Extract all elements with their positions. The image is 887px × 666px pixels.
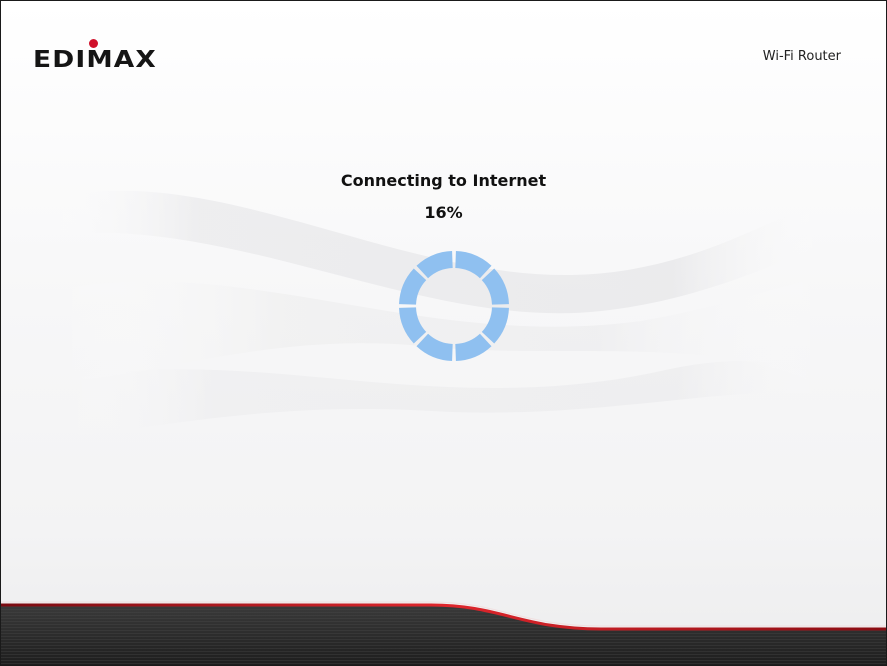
spinner-segment: [416, 333, 453, 361]
product-name: Wi-Fi Router: [762, 49, 841, 64]
loading-spinner-icon: [399, 251, 509, 361]
brand-name: EDIMAX: [33, 47, 157, 73]
spinner-segment: [481, 268, 509, 305]
edimax-logo: EDIMAX: [33, 39, 183, 79]
progress-percent: 16%: [424, 203, 463, 222]
spinner-segment: [481, 307, 509, 344]
footer-band: [1, 601, 886, 665]
status-title: Connecting to Internet: [340, 171, 547, 190]
spinner-segment: [399, 268, 427, 305]
spinner-segment: [455, 333, 492, 361]
spinner-segment: [399, 307, 427, 344]
router-setup-window: EDIMAX Wi-Fi Router Connecting to Intern…: [0, 0, 887, 666]
spinner-segment: [455, 251, 492, 279]
spinner-segment: [416, 251, 453, 279]
